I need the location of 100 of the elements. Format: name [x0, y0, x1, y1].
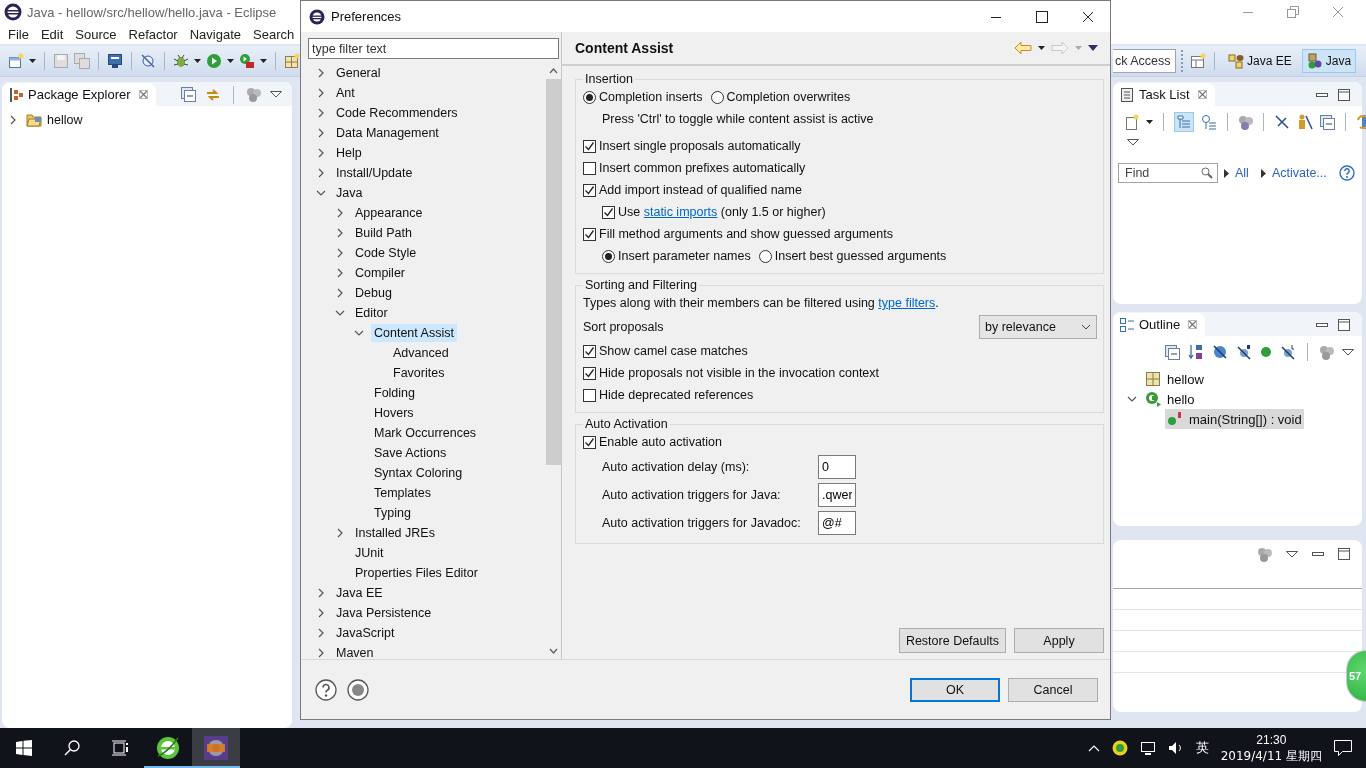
clock-date[interactable]: 2019/4/11 星期四 — [1220, 748, 1322, 764]
hide-local-icon[interactable] — [1280, 344, 1296, 360]
collapse-all-icon[interactable] — [1320, 114, 1335, 130]
minimize-icon[interactable] — [1316, 92, 1328, 97]
checkbox[interactable] — [583, 366, 596, 380]
restore-icon[interactable] — [1287, 6, 1299, 18]
tree-item[interactable]: Advanced — [390, 344, 452, 362]
clock-time[interactable]: 21:30 — [1256, 732, 1287, 748]
filter-icon[interactable] — [1257, 546, 1272, 562]
tree-item[interactable]: Typing — [371, 504, 414, 522]
radio-button[interactable] — [602, 249, 615, 263]
checkbox[interactable] — [583, 435, 596, 449]
tree-item[interactable]: Install/Update — [333, 164, 416, 182]
tree-item[interactable]: Installed JREs — [352, 524, 438, 542]
tree-item[interactable]: Build Path — [352, 224, 415, 242]
close-icon[interactable] — [1082, 10, 1094, 23]
view-menu-icon[interactable] — [270, 91, 282, 98]
breakpoint-icon[interactable] — [140, 53, 156, 69]
filter-icon[interactable] — [246, 87, 261, 102]
run-icon[interactable] — [206, 53, 222, 69]
checkbox[interactable] — [583, 183, 596, 197]
maximize-icon[interactable] — [1338, 548, 1350, 560]
tree-item[interactable]: Syntax Coloring — [371, 464, 466, 482]
view-menu-icon[interactable] — [1127, 139, 1139, 146]
checkbox[interactable] — [583, 227, 596, 241]
tree-item[interactable]: Java — [333, 184, 366, 202]
tree-item[interactable]: Appearance — [352, 204, 426, 222]
tree-item[interactable]: Code Style — [352, 244, 420, 262]
sort-icon[interactable] — [1188, 344, 1204, 360]
button[interactable]: Restore Defaults — [898, 628, 1006, 653]
maximize-icon[interactable] — [1338, 88, 1350, 101]
hide-completed-icon[interactable] — [1274, 114, 1290, 130]
tree-item[interactable]: Code Recommenders — [333, 104, 461, 122]
tree-item[interactable]: Folding — [371, 384, 418, 402]
tree-item[interactable]: Editor — [352, 304, 391, 322]
menu-item[interactable]: Search — [247, 26, 301, 42]
caret-icon[interactable] — [194, 59, 201, 63]
perspective-button[interactable]: Java — [1301, 49, 1357, 73]
find-field[interactable]: Find — [1118, 163, 1218, 183]
help-icon[interactable] — [1338, 165, 1355, 181]
maximize-icon[interactable] — [1338, 318, 1350, 331]
tree-item[interactable]: Hovers — [371, 404, 417, 422]
bug-icon[interactable] — [173, 53, 189, 69]
filter-icon[interactable] — [1319, 344, 1334, 360]
tree-item[interactable]: Debug — [352, 284, 395, 302]
person-icon[interactable] — [1297, 114, 1313, 130]
radio-button[interactable] — [710, 90, 724, 104]
new-task-icon[interactable] — [1125, 114, 1139, 130]
button[interactable]: Apply — [1014, 628, 1104, 653]
tree-item[interactable]: Save Actions — [371, 444, 450, 462]
tree-item[interactable]: Content Assist — [371, 324, 457, 342]
menu-item[interactable]: Source — [69, 26, 123, 42]
view-menu-icon[interactable] — [1342, 348, 1354, 356]
windows-icon[interactable] — [16, 740, 32, 756]
volume-icon[interactable] — [1167, 740, 1184, 756]
open-perspective-icon[interactable] — [1190, 53, 1206, 69]
menu-item[interactable]: Edit — [34, 26, 70, 42]
checkbox[interactable] — [583, 388, 596, 402]
collapse-all-icon[interactable] — [1165, 344, 1180, 360]
tree-item[interactable]: JavaScript — [333, 624, 398, 642]
filter-icon[interactable] — [1238, 114, 1253, 130]
caret-icon[interactable] — [1146, 120, 1153, 124]
link[interactable]: All — [1235, 166, 1249, 180]
perspective-button[interactable]: Java EE — [1223, 49, 1297, 73]
menu-item[interactable]: File — [2, 26, 35, 42]
radio-button[interactable] — [583, 90, 596, 104]
checkbox[interactable] — [583, 139, 596, 153]
menu-item[interactable]: Refactor — [122, 26, 184, 42]
hide-fields-icon[interactable] — [1212, 344, 1228, 360]
quick-access-field[interactable]: ck Access — [1113, 49, 1176, 73]
tree-item[interactable]: Favorites — [390, 364, 448, 382]
chevron-up-icon[interactable] — [1087, 744, 1100, 752]
tree-item[interactable]: Properties Files Editor — [352, 564, 481, 582]
view-tab[interactable]: Task List — [1113, 83, 1215, 106]
import-export-icon[interactable] — [347, 678, 369, 701]
button[interactable]: Cancel — [1008, 677, 1098, 702]
scheduled-icon[interactable] — [1201, 114, 1217, 130]
search-icon[interactable] — [64, 740, 80, 756]
tree-item[interactable]: Mark Occurrences — [371, 424, 480, 442]
view-tab[interactable]: Outline — [1113, 313, 1206, 336]
notification-icon[interactable] — [1334, 740, 1352, 756]
link[interactable]: static imports — [643, 205, 718, 219]
text-field[interactable]: 0 — [818, 455, 856, 479]
radio-button[interactable] — [758, 249, 772, 263]
text-field[interactable]: .qwer — [818, 483, 856, 507]
tree-item[interactable]: hello — [1143, 389, 1197, 409]
checkbox[interactable] — [583, 344, 596, 358]
caret-icon[interactable] — [227, 59, 234, 63]
minimize-icon[interactable] — [1312, 552, 1324, 556]
minimize-icon[interactable] — [1316, 322, 1328, 327]
tree-item[interactable]: Ant — [333, 84, 358, 102]
sort-dropdown[interactable]: by relevance — [979, 315, 1097, 339]
tree-item[interactable]: JUnit — [352, 544, 387, 562]
tree-item[interactable]: Help — [333, 144, 365, 162]
tree-item[interactable]: Compiler — [352, 264, 408, 282]
caret-icon[interactable] — [29, 59, 36, 63]
tree-item[interactable]: Java Persistence — [333, 604, 435, 622]
tray-app-icon[interactable] — [1111, 740, 1128, 756]
tree-item[interactable]: hellow — [24, 112, 85, 128]
view-tab[interactable]: Package Explorer — [2, 83, 156, 106]
